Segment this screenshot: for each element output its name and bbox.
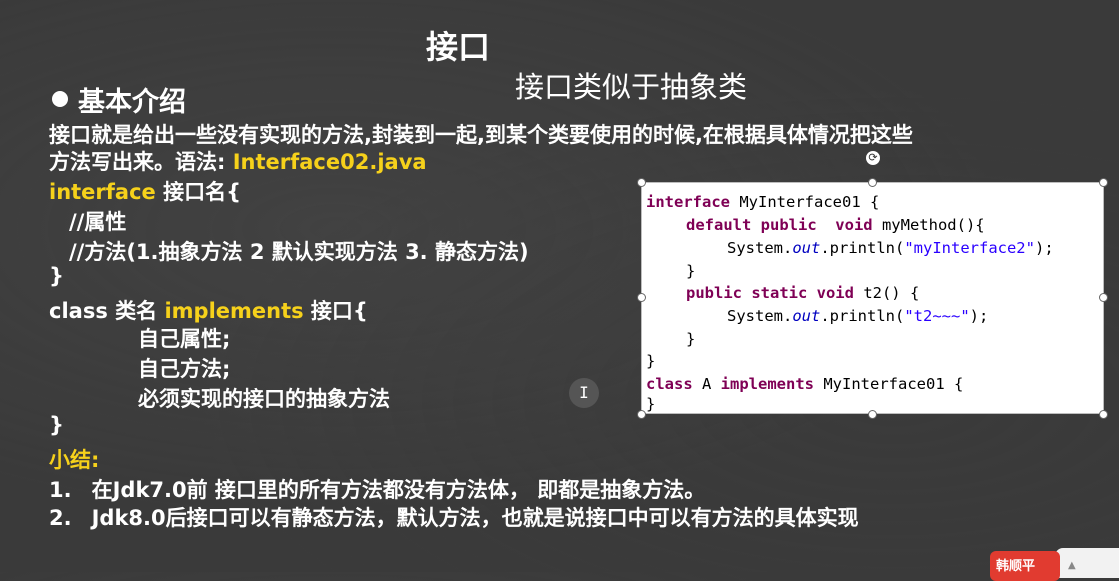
syntax-implements-keyword: implements — [164, 299, 304, 323]
code-line-5: public static void t2() { — [686, 284, 919, 302]
syntax-class-prefix: class 类名 — [49, 299, 165, 323]
summary-item-1-text: 在Jdk7.0前 接口里的所有方法都没有方法体， 即都是抽象方法。 — [91, 478, 706, 502]
intro-line-1: 接口就是给出一些没有实现的方法,封装到一起,到某个类要使用的时候,在根据具体情况… — [49, 123, 913, 147]
code-line-10: } — [646, 395, 656, 413]
code-line-2: default public void myMethod(){ — [686, 216, 985, 234]
code-field: out — [792, 239, 821, 257]
section-heading-text: 基本介绍 — [78, 87, 186, 118]
resize-handle-bottom-left[interactable] — [637, 410, 646, 419]
summary-item-1-number: 1. — [49, 478, 72, 502]
resize-handle-top-middle[interactable] — [868, 178, 877, 187]
code-text: System. — [727, 239, 793, 257]
summary-item-1: 1. 在Jdk7.0前 接口里的所有方法都没有方法体， 即都是抽象方法。 — [49, 474, 705, 504]
resize-handle-top-left[interactable] — [637, 178, 646, 187]
syntax-must-implement: 必须实现的接口的抽象方法 — [138, 387, 390, 411]
resize-handle-bottom-middle[interactable] — [868, 410, 877, 419]
code-keyword: interface — [646, 193, 730, 211]
code-snippet-box[interactable]: interface MyInterface01 { default public… — [641, 182, 1104, 414]
code-keyword: public static void — [686, 284, 854, 302]
code-text: myMethod(){ — [872, 216, 985, 234]
resize-handle-top-right[interactable] — [1099, 178, 1108, 187]
rotate-icon[interactable]: ⟳ — [866, 151, 880, 165]
code-line-7: } — [686, 330, 696, 348]
code-text: System. — [727, 307, 793, 325]
intro-file-name: Interface02.java — [232, 150, 427, 174]
code-text: .println( — [820, 239, 905, 257]
syntax-own-attrs: 自己属性; — [138, 327, 231, 351]
resize-handle-bottom-right[interactable] — [1099, 410, 1108, 419]
code-field: out — [792, 307, 821, 325]
intro-line-2-prefix: 方法写出来。语法: — [49, 150, 233, 174]
intro-line-2: 方法写出来。语法: Interface02.java — [49, 146, 427, 176]
syntax-interface-line: interface 接口名{ — [49, 176, 241, 206]
syntax-close-brace-1: } — [49, 264, 64, 288]
code-text: MyInterface01 { — [814, 375, 964, 393]
code-keyword: class — [646, 375, 693, 393]
summary-item-2: 2. Jdk8.0后接口可以有静态方法，默认方法，也就是说接口中可以有方法的具体实… — [49, 502, 859, 532]
author-badge[interactable]: 韩顺平 — [990, 551, 1060, 581]
text-cursor-icon: I — [569, 378, 599, 408]
summary-item-2-text: Jdk8.0后接口可以有静态方法，默认方法，也就是说接口中可以有方法的具体实现 — [91, 506, 859, 530]
resize-handle-middle-right[interactable] — [1099, 293, 1108, 302]
syntax-class-line: class 类名 implements 接口{ — [49, 295, 368, 325]
code-line-6: System.out.println("t2~~~"); — [727, 307, 988, 325]
code-line-1: interface MyInterface01 { — [646, 193, 879, 211]
code-line-4: } — [686, 262, 696, 280]
code-string: "t2~~~" — [904, 307, 970, 325]
syntax-attr-comment: //属性 — [69, 210, 127, 234]
code-line-3: System.out.println("myInterface2"); — [727, 239, 1054, 257]
slide-title: 接口 — [426, 28, 491, 66]
code-line-9: class A implements MyInterface01 { — [646, 375, 963, 393]
corner-panel — [1055, 548, 1119, 578]
syntax-own-methods: 自己方法; — [138, 357, 231, 381]
section-heading: 基本介绍 — [52, 80, 186, 119]
code-string: "myInterface2" — [904, 239, 1035, 257]
syntax-close-brace-2: } — [49, 413, 64, 437]
syntax-interface-keyword: interface — [49, 180, 156, 204]
resize-handle-middle-left[interactable] — [637, 293, 646, 302]
syntax-class-suffix: 接口{ — [303, 299, 368, 323]
summary-heading: 小结: — [49, 448, 100, 472]
code-text: ); — [969, 307, 989, 325]
code-text: .println( — [820, 307, 905, 325]
syntax-method-comment: //方法(1.抽象方法 2 默认实现方法 3. 静态方法) — [69, 240, 529, 264]
code-text: ); — [1034, 239, 1054, 257]
slide-subtitle: 接口类似于抽象类 — [515, 70, 748, 104]
summary-item-2-number: 2. — [49, 506, 72, 530]
bullet-dot-icon — [52, 91, 68, 107]
code-keyword: default public void — [686, 216, 873, 234]
code-text: MyInterface01 { — [730, 193, 880, 211]
code-line-8: } — [646, 352, 656, 370]
code-text: A — [692, 375, 721, 393]
syntax-interface-rest: 接口名{ — [155, 180, 242, 204]
collapse-arrow-icon[interactable]: ▲ — [1068, 560, 1076, 571]
code-text: t2() { — [853, 284, 920, 302]
code-keyword: implements — [720, 375, 814, 393]
